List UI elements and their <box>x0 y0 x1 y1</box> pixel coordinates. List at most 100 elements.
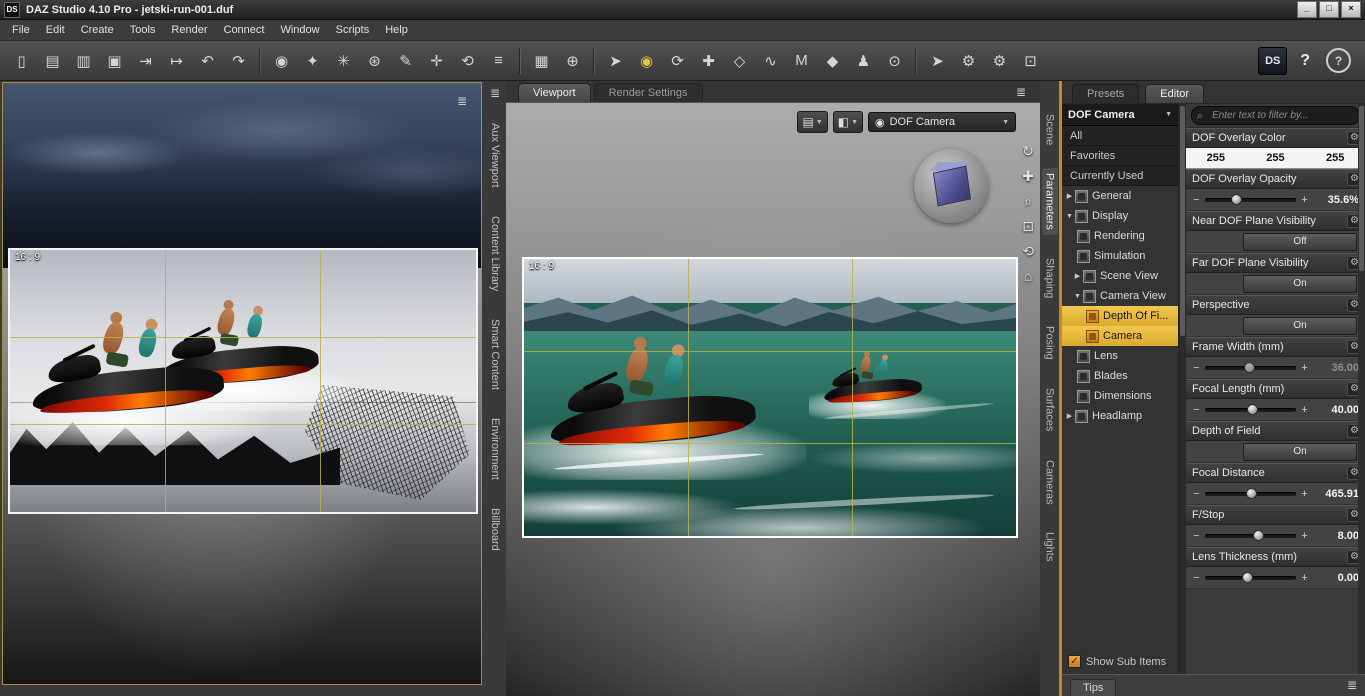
slider-track[interactable] <box>1205 571 1296 583</box>
menu-tools[interactable]: Tools <box>122 22 164 38</box>
tab-content-library[interactable]: Content Library <box>487 212 503 295</box>
create-camera-icon[interactable]: ◉ <box>269 48 294 74</box>
align-icon[interactable]: ≡ <box>486 48 511 74</box>
rotate-view-icon[interactable]: ⟲ <box>1022 243 1034 260</box>
save-file-icon[interactable]: ▣ <box>102 48 127 74</box>
tree-item-rendering[interactable]: Rendering <box>1062 226 1178 246</box>
maximize-button[interactable]: □ <box>1319 1 1339 18</box>
node-selection-tool-icon[interactable]: ➤ <box>603 48 628 74</box>
color-value-row[interactable]: 255 255 255 <box>1186 148 1365 169</box>
show-sub-items-control[interactable]: ✓ Show Sub Items <box>1068 655 1166 668</box>
tab-render-settings[interactable]: Render Settings <box>593 83 703 102</box>
slider-thumb[interactable] <box>1241 571 1253 583</box>
view-cube-front-face[interactable] <box>932 165 972 207</box>
tab-shaping[interactable]: Shaping <box>1042 253 1058 303</box>
slider-thumb[interactable] <box>1252 529 1264 541</box>
slider-track[interactable] <box>1205 487 1296 499</box>
parameters-camera-dropdown[interactable]: DOF Camera ▼ <box>1062 104 1178 126</box>
pan-icon[interactable]: ✚ <box>1022 168 1034 185</box>
viewport-3d[interactable]: ▤ ▼ ◧ ▼ ◉ DOF Camera ▼ ↻ ✚ ⌕ ⊡ ⟲ ⌂ 16: … <box>506 103 1040 696</box>
pane-menu-icon[interactable]: ≣ <box>490 87 500 99</box>
redo-icon[interactable]: ↷ <box>226 48 251 74</box>
tab-environment[interactable]: Environment <box>487 414 503 484</box>
render-icon[interactable]: ▦ <box>529 48 554 74</box>
tree-item-dimensions[interactable]: Dimensions <box>1062 386 1178 406</box>
create-null-icon[interactable]: ✛ <box>424 48 449 74</box>
tab-cameras[interactable]: Cameras <box>1042 455 1058 510</box>
filter-input[interactable] <box>1191 106 1360 125</box>
export-icon[interactable]: ↦ <box>164 48 189 74</box>
checkbox-icon[interactable]: ✓ <box>1068 655 1081 668</box>
create-point-light-icon[interactable]: ✳ <box>331 48 356 74</box>
scrollbar-thumb[interactable] <box>1180 106 1185 336</box>
slider-increment[interactable]: + <box>1300 488 1309 500</box>
color-b-value[interactable]: 255 <box>1326 152 1344 164</box>
aux-viewport-pane[interactable]: ≣ 16 : 9 <box>2 82 482 685</box>
tab-presets[interactable]: Presets <box>1072 84 1140 103</box>
orbit-icon[interactable]: ↻ <box>1022 143 1034 160</box>
menu-help[interactable]: Help <box>377 22 416 38</box>
toggle-button[interactable]: On <box>1243 316 1357 335</box>
puppeteer-icon[interactable]: ⚙ <box>987 48 1012 74</box>
tab-posing[interactable]: Posing <box>1042 321 1058 365</box>
slider-increment[interactable]: + <box>1300 362 1309 374</box>
tree-item-blades[interactable]: Blades <box>1062 366 1178 386</box>
render-settings-icon[interactable]: ⊕ <box>560 48 585 74</box>
slider-thumb[interactable] <box>1247 403 1259 415</box>
menu-file[interactable]: File <box>4 22 38 38</box>
tree-item-scene-view[interactable]: ▶ Scene View <box>1062 266 1178 286</box>
slider-decrement[interactable]: − <box>1192 488 1201 500</box>
tree-item-depth-of-field[interactable]: Depth Of Fi... <box>1062 306 1178 326</box>
slider-thumb[interactable] <box>1230 193 1242 205</box>
menu-edit[interactable]: Edit <box>38 22 73 38</box>
slider-increment[interactable]: + <box>1300 530 1309 542</box>
daz-connect-icon[interactable]: DS <box>1258 46 1288 75</box>
undo-icon[interactable]: ↶ <box>195 48 220 74</box>
slider-increment[interactable]: + <box>1300 194 1309 206</box>
whats-this-icon[interactable]: ? <box>1300 52 1310 70</box>
scale-tool-icon[interactable]: ◇ <box>727 48 752 74</box>
figure-setup-icon[interactable]: ♟ <box>851 48 876 74</box>
merge-file-icon[interactable]: ▥ <box>71 48 96 74</box>
slider-decrement[interactable]: − <box>1192 572 1201 584</box>
list-item-favorites[interactable]: Favorites <box>1062 146 1178 166</box>
slider-track[interactable] <box>1205 361 1296 373</box>
tab-scene[interactable]: Scene <box>1042 109 1058 150</box>
toggle-button[interactable]: Off <box>1243 232 1357 251</box>
color-r-value[interactable]: 255 <box>1207 152 1225 164</box>
slider-increment[interactable]: + <box>1300 404 1309 416</box>
toggle-button[interactable]: On <box>1243 442 1357 461</box>
tree-item-headlamp[interactable]: ▶ Headlamp <box>1062 406 1178 426</box>
menu-connect[interactable]: Connect <box>216 22 273 38</box>
pane-menu-icon[interactable]: ≣ <box>457 95 467 107</box>
slider-thumb[interactable] <box>1243 361 1255 373</box>
expander-icon[interactable]: ▼ <box>1072 293 1083 300</box>
slider-thumb[interactable] <box>1245 487 1257 499</box>
region-navigator-icon[interactable]: ➤ <box>925 48 950 74</box>
pane-menu-icon[interactable]: ≣ <box>1016 86 1026 98</box>
slider-track[interactable] <box>1205 193 1296 205</box>
zoom-icon[interactable]: ⌕ <box>1024 193 1032 210</box>
tree-item-simulation[interactable]: Simulation <box>1062 246 1178 266</box>
create-primitive-icon[interactable]: ✎ <box>393 48 418 74</box>
camera-selector-dropdown[interactable]: ◉ DOF Camera ▼ <box>868 112 1016 132</box>
new-file-icon[interactable]: ▯ <box>9 48 34 74</box>
tab-lights[interactable]: Lights <box>1042 527 1058 566</box>
slider-decrement[interactable]: − <box>1192 404 1201 416</box>
expander-icon[interactable]: ▶ <box>1064 412 1075 420</box>
tab-billboard[interactable]: Billboard <box>487 504 503 555</box>
view-cube[interactable] <box>914 149 988 223</box>
menu-window[interactable]: Window <box>272 22 327 38</box>
properties-scrollbar[interactable] <box>1358 104 1365 674</box>
expander-icon[interactable]: ▼ <box>1064 213 1075 220</box>
measure-tool-icon[interactable]: M <box>789 48 814 74</box>
shading-button[interactable]: ◧ ▼ <box>832 111 863 133</box>
translate-tool-icon[interactable]: ✚ <box>696 48 721 74</box>
import-icon[interactable]: ⇥ <box>133 48 158 74</box>
tree-item-display[interactable]: ▼ Display <box>1062 206 1178 226</box>
slider-decrement[interactable]: − <box>1192 194 1201 206</box>
tab-parameters[interactable]: Parameters <box>1041 168 1058 236</box>
tab-viewport[interactable]: Viewport <box>518 83 591 102</box>
slider-decrement[interactable]: − <box>1192 362 1201 374</box>
color-g-value[interactable]: 255 <box>1266 152 1284 164</box>
